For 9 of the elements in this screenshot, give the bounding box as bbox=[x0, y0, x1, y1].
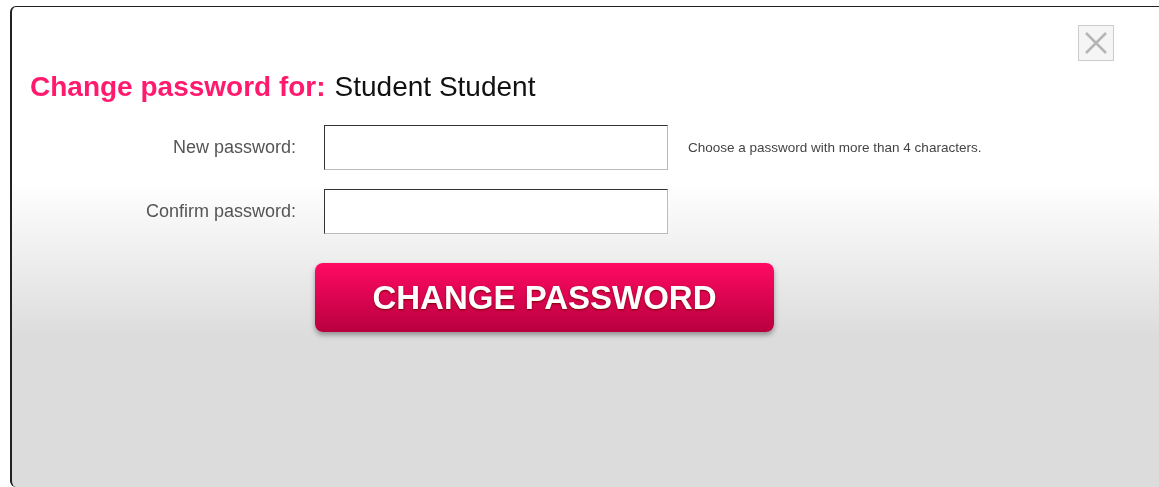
title-label: Change password for: bbox=[30, 71, 326, 103]
password-field[interactable] bbox=[324, 189, 668, 234]
user-name: Student Student bbox=[334, 71, 536, 103]
close-icon bbox=[1083, 30, 1109, 56]
hint-text: Choose a password with more than 4 characters. bbox=[688, 140, 982, 155]
change-password-button[interactable]: CHANGE PASSWORD bbox=[315, 263, 774, 332]
password-field[interactable] bbox=[324, 125, 668, 170]
field-label: New password: bbox=[171, 137, 296, 158]
field-label: Confirm password: bbox=[144, 201, 296, 222]
